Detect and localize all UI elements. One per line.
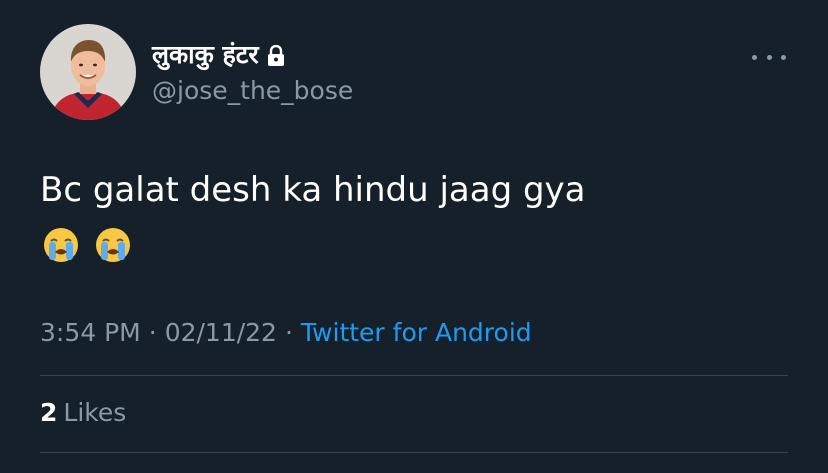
lock-icon — [267, 44, 285, 66]
display-name[interactable]: लुकाकु हंटर — [152, 40, 285, 70]
loudly-crying-face-icon — [96, 228, 130, 262]
tweet-detail: लुकाकु हंटर @jose_the_bose Bc galat desh… — [0, 0, 828, 473]
divider — [40, 375, 788, 376]
meta-separator: · — [284, 318, 293, 347]
more-dot — [766, 54, 772, 60]
tweet-date[interactable]: 02/11/22 — [165, 318, 277, 347]
likes-label: Likes — [63, 398, 127, 427]
likes-count: 2 — [40, 398, 58, 427]
more-dot — [752, 54, 757, 60]
meta-separator: · — [148, 318, 157, 347]
more-options-icon[interactable] — [752, 44, 786, 70]
tweet-source-link[interactable]: Twitter for Android — [301, 318, 532, 347]
loudly-crying-face-icon — [44, 228, 78, 262]
more-dot — [781, 54, 786, 60]
profile-photo-icon — [40, 24, 136, 120]
likes-stat[interactable]: 2 Likes — [40, 397, 126, 429]
tweet-emojis — [42, 226, 132, 264]
avatar[interactable] — [40, 24, 136, 120]
display-name-text: लुकाकु हंटर — [152, 40, 259, 69]
user-handle[interactable]: @jose_the_bose — [152, 76, 353, 106]
tweet-text: Bc galat desh ka hindu jaag gya — [40, 170, 586, 210]
divider — [40, 452, 788, 453]
tweet-meta: 3:54 PM · 02/11/22 · Twitter for Android — [40, 317, 532, 349]
tweet-time[interactable]: 3:54 PM — [40, 318, 141, 347]
